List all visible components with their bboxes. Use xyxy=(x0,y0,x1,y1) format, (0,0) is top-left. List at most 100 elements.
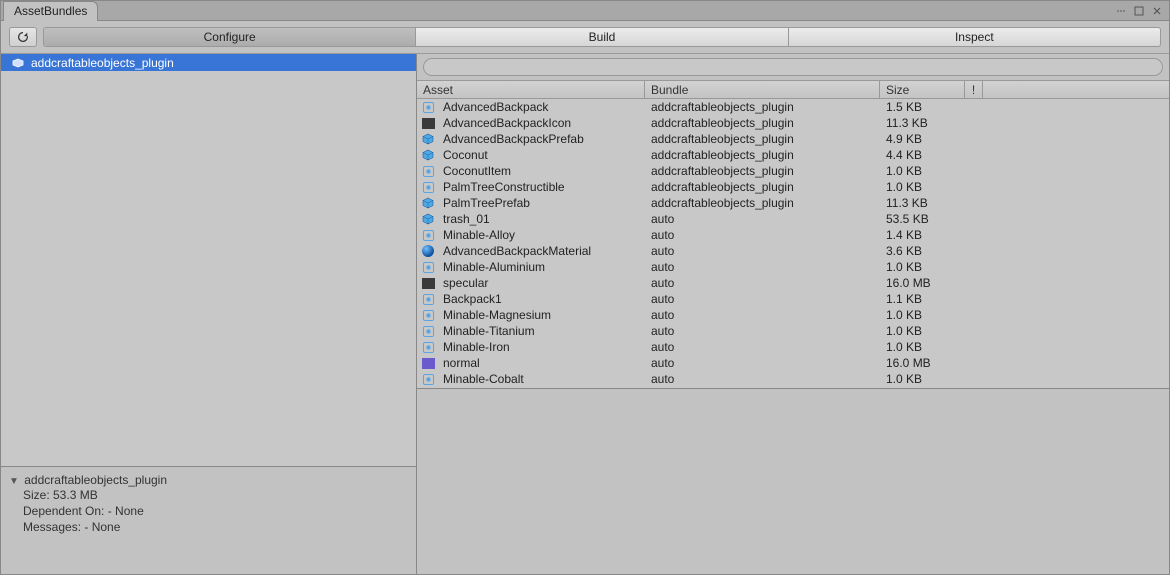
bundle-name: addcraftableobjects_plugin xyxy=(31,56,174,70)
maximize-icon[interactable] xyxy=(1133,5,1145,17)
search-input[interactable] xyxy=(423,58,1163,76)
asset-name: PalmTreeConstructible xyxy=(437,180,645,194)
col-size[interactable]: Size xyxy=(880,81,965,98)
asset-row[interactable]: trash_01auto53.5 KB xyxy=(417,211,1169,227)
asset-row[interactable]: Minable-Cobaltauto1.0 KB xyxy=(417,371,1169,387)
flare-icon xyxy=(421,228,435,242)
asset-name: Minable-Aluminium xyxy=(437,260,645,274)
asset-row[interactable]: PalmTreeConstructibleaddcraftableobjects… xyxy=(417,179,1169,195)
asset-bundle: addcraftableobjects_plugin xyxy=(645,164,880,178)
close-icon[interactable] xyxy=(1151,5,1163,17)
asset-row[interactable]: AdvancedBackpackMaterialauto3.6 KB xyxy=(417,243,1169,259)
col-bundle-label: Bundle xyxy=(651,83,688,97)
asset-size: 1.0 KB xyxy=(880,324,965,338)
asset-area: Asset Bundle Size ! AdvancedBackpackaddc… xyxy=(417,81,1169,574)
asset-size: 11.3 KB xyxy=(880,196,965,210)
asset-name: CoconutItem xyxy=(437,164,645,178)
bundle-icon xyxy=(11,56,25,70)
asset-bundle: auto xyxy=(645,356,880,370)
asset-size: 1.0 KB xyxy=(880,372,965,386)
col-warn-label: ! xyxy=(972,83,975,97)
asset-row[interactable]: Minable-Titaniumauto1.0 KB xyxy=(417,323,1169,339)
asset-row[interactable]: Coconutaddcraftableobjects_plugin4.4 KB xyxy=(417,147,1169,163)
refresh-icon xyxy=(16,30,30,44)
asset-bundle: auto xyxy=(645,276,880,290)
asset-name: Coconut xyxy=(437,148,645,162)
asset-size: 1.0 KB xyxy=(880,308,965,322)
asset-bundle: addcraftableobjects_plugin xyxy=(645,132,880,146)
asset-bundles-window: AssetBundles Configure Build Inspect xyxy=(0,0,1170,575)
asset-list[interactable]: AdvancedBackpackaddcraftableobjects_plug… xyxy=(417,99,1169,388)
asset-row[interactable]: AdvancedBackpackPrefabaddcraftableobject… xyxy=(417,131,1169,147)
asset-row[interactable]: CoconutItemaddcraftableobjects_plugin1.0… xyxy=(417,163,1169,179)
asset-row[interactable]: PalmTreePrefabaddcraftableobjects_plugin… xyxy=(417,195,1169,211)
asset-bundle: auto xyxy=(645,212,880,226)
asset-row[interactable]: normalauto16.0 MB xyxy=(417,355,1169,371)
asset-row[interactable]: AdvancedBackpackaddcraftableobjects_plug… xyxy=(417,99,1169,115)
asset-size: 4.9 KB xyxy=(880,132,965,146)
window-tab-assetbundles[interactable]: AssetBundles xyxy=(3,1,98,21)
flare-icon xyxy=(421,324,435,338)
col-asset-label: Asset xyxy=(423,83,453,97)
asset-row[interactable]: Minable-Ironauto1.0 KB xyxy=(417,339,1169,355)
asset-size: 3.6 KB xyxy=(880,244,965,258)
asset-row[interactable]: Minable-Alloyauto1.4 KB xyxy=(417,227,1169,243)
asset-row[interactable]: AdvancedBackpackIconaddcraftableobjects_… xyxy=(417,115,1169,131)
asset-name: normal xyxy=(437,356,645,370)
asset-size: 11.3 KB xyxy=(880,116,965,130)
asset-size: 1.0 KB xyxy=(880,340,965,354)
options-icon[interactable] xyxy=(1115,5,1127,17)
asset-row[interactable]: specularauto16.0 MB xyxy=(417,275,1169,291)
asset-bundle: auto xyxy=(645,292,880,306)
col-asset[interactable]: Asset xyxy=(417,81,645,98)
bundle-detail-lines: Size: 53.3 MBDependent On: - NoneMessage… xyxy=(9,487,408,535)
window-controls xyxy=(1115,5,1169,17)
toolbar: Configure Build Inspect xyxy=(1,21,1169,54)
asset-bundle: addcraftableobjects_plugin xyxy=(645,116,880,130)
flare-icon xyxy=(421,308,435,322)
tab-configure[interactable]: Configure xyxy=(43,27,416,47)
asset-bundle: auto xyxy=(645,260,880,274)
asset-size: 16.0 MB xyxy=(880,356,965,370)
asset-bundle: auto xyxy=(645,372,880,386)
fold-triangle-icon[interactable]: ▼ xyxy=(9,476,19,487)
refresh-button[interactable] xyxy=(9,27,37,47)
tab-inspect-label: Inspect xyxy=(955,30,994,44)
sidebar: addcraftableobjects_plugin ▼ addcraftabl… xyxy=(1,54,417,574)
cube-icon xyxy=(421,196,435,210)
bundle-detail-line: Dependent On: - None xyxy=(9,503,408,519)
window-tabbar: AssetBundles xyxy=(1,1,1169,21)
asset-row[interactable]: Backpack1auto1.1 KB xyxy=(417,291,1169,307)
asset-name: Minable-Titanium xyxy=(437,324,645,338)
asset-name: PalmTreePrefab xyxy=(437,196,645,210)
asset-name: Minable-Cobalt xyxy=(437,372,645,386)
col-warn[interactable]: ! xyxy=(965,81,983,98)
asset-name: Minable-Magnesium xyxy=(437,308,645,322)
flare-icon xyxy=(421,100,435,114)
asset-bundle: auto xyxy=(645,324,880,338)
asset-size: 1.0 KB xyxy=(880,164,965,178)
asset-row[interactable]: Minable-Aluminiumauto1.0 KB xyxy=(417,259,1169,275)
asset-bundle: auto xyxy=(645,228,880,242)
bundle-row[interactable]: addcraftableobjects_plugin xyxy=(1,54,416,71)
asset-name: AdvancedBackpackPrefab xyxy=(437,132,645,146)
asset-bundle: auto xyxy=(645,308,880,322)
bundle-list[interactable]: addcraftableobjects_plugin xyxy=(1,54,416,466)
tab-build[interactable]: Build xyxy=(416,27,788,47)
imgdark-icon xyxy=(421,116,435,130)
asset-size: 4.4 KB xyxy=(880,148,965,162)
sphere-icon xyxy=(421,244,435,258)
asset-name: Minable-Iron xyxy=(437,340,645,354)
flare-icon xyxy=(421,372,435,386)
imgpurp-icon xyxy=(421,356,435,370)
asset-row[interactable]: Minable-Magnesiumauto1.0 KB xyxy=(417,307,1169,323)
bundle-details-header[interactable]: ▼ addcraftableobjects_plugin xyxy=(9,473,408,487)
cube-icon xyxy=(421,212,435,226)
col-bundle[interactable]: Bundle xyxy=(645,81,880,98)
asset-bundle: auto xyxy=(645,244,880,258)
bundle-detail-line: Messages: - None xyxy=(9,519,408,535)
main-panel: Asset Bundle Size ! AdvancedBackpackaddc… xyxy=(417,54,1169,574)
tab-inspect[interactable]: Inspect xyxy=(789,27,1161,47)
bundle-details-panel: ▼ addcraftableobjects_plugin Size: 53.3 … xyxy=(1,466,416,574)
asset-size: 1.4 KB xyxy=(880,228,965,242)
